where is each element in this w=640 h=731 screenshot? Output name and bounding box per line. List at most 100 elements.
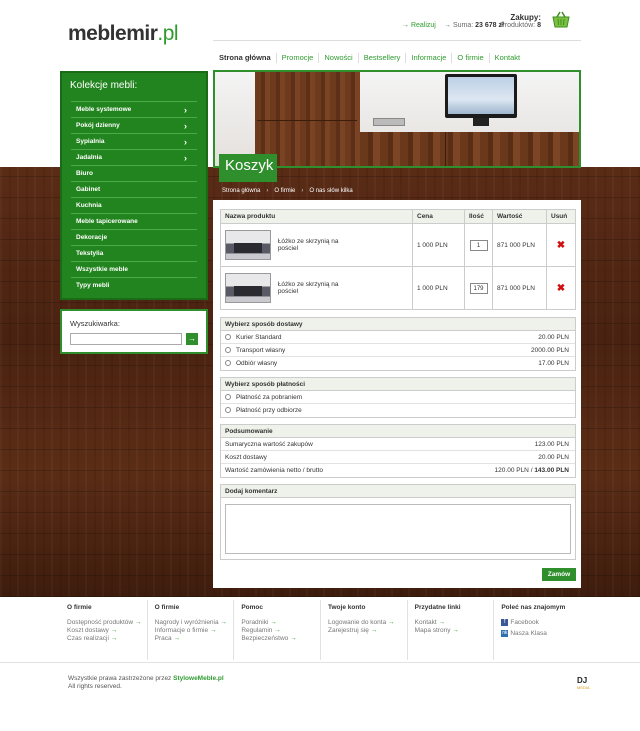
summary-row: Koszt dostawy 20.00 PLN xyxy=(221,451,575,464)
main-nav: Strona główna Promocje Nowości Bestselle… xyxy=(213,53,525,63)
comment-textarea[interactable] xyxy=(225,504,571,554)
copyright: Wszystkie prawa zastrzeżone przez Stylow… xyxy=(68,675,224,690)
footer-link[interactable]: Nagrody i wyróżnienia → xyxy=(155,619,234,627)
radio-button[interactable] xyxy=(225,407,231,414)
qty-cell: 1 xyxy=(464,223,493,267)
nav-o-firmie[interactable]: O firmie xyxy=(451,53,488,63)
footer-link[interactable]: Logowanie do konta → xyxy=(328,619,407,627)
sidebar-item-sypialnia[interactable]: Sypialnia › xyxy=(71,133,197,149)
breadcrumb-separator: › xyxy=(301,188,304,194)
sidebar-item-typy-mebli[interactable]: Typy mebli xyxy=(71,277,197,293)
sidebar-item-meble-tapicerowane[interactable]: Meble tapicerowane xyxy=(71,213,197,229)
footer-link[interactable]: Czas realizacji → xyxy=(67,635,147,643)
search-box: Wyszukiwarka: → xyxy=(60,309,208,354)
footer-link[interactable]: Bezpieczeństwo → xyxy=(241,635,320,643)
quantity-input[interactable]: 179 xyxy=(469,282,488,294)
footer-link[interactable]: Regulamin → xyxy=(241,627,320,635)
footer-column: Pomoc Poradniki → Regulamin → Bezpieczeń… xyxy=(233,600,320,660)
footer-link[interactable]: Poradniki → xyxy=(241,619,320,627)
chevron-right-icon: › xyxy=(184,137,187,147)
product-price: 1 000 PLN xyxy=(412,266,465,310)
comment-title: Dodaj komentarz xyxy=(221,485,575,498)
sidebar-item-kuchnia[interactable]: Kuchnia xyxy=(71,197,197,213)
footer-link[interactable]: Dostępność produktów → xyxy=(67,619,147,627)
sidebar-item-biuro[interactable]: Biuro xyxy=(71,165,197,181)
radio-button[interactable] xyxy=(225,360,231,367)
product-name[interactable]: Łóżko ze skrzynią na pościel xyxy=(278,281,343,295)
page-title: Koszyk xyxy=(219,154,277,182)
cart-total: → Suma: 23 678 zł xyxy=(444,22,504,29)
payment-title: Wybierz sposób płatności xyxy=(221,378,575,391)
footer-link[interactable]: Kontakt → xyxy=(415,619,494,627)
product-value: 871 000 PLN xyxy=(492,223,547,267)
order-button[interactable]: Zamów xyxy=(542,568,576,581)
product-thumbnail[interactable] xyxy=(225,230,271,260)
facebook-link[interactable]: f Facebook xyxy=(501,619,580,627)
delete-icon[interactable]: ✖ xyxy=(546,266,576,310)
cart-content: Nazwa produktu Cena Ilość Wartość Usuń Ł… xyxy=(213,200,581,588)
table-header-row: Nazwa produktu Cena Ilość Wartość Usuń xyxy=(220,209,576,224)
footer-column: Twoje konto Logowanie do konta → Zarejes… xyxy=(320,600,407,660)
footer-link[interactable]: Zarejestruj się → xyxy=(328,627,407,635)
sidebar-item-wszystkie-meble[interactable]: Wszystkie meble xyxy=(71,261,197,277)
nav-informacje[interactable]: Informacje xyxy=(405,53,451,63)
footer-column-title: Twoje konto xyxy=(328,604,366,611)
footer-column-title: Przydatne linki xyxy=(414,604,461,611)
sidebar-item-jadalnia[interactable]: Jadalnia › xyxy=(71,149,197,165)
sidebar-item-tekstylia[interactable]: Tekstylia xyxy=(71,245,197,261)
chevron-right-icon: › xyxy=(184,153,187,163)
radio-button[interactable] xyxy=(225,334,231,341)
basket-icon[interactable] xyxy=(550,10,572,32)
footer-link[interactable]: Informacje o firmie → xyxy=(155,627,234,635)
table-row: Łóżko ze skrzynią na pościel 1 000 PLN 1… xyxy=(220,266,576,310)
shipping-option[interactable]: Odbiór własny 17.00 PLN xyxy=(221,357,575,370)
nav-bestsellery[interactable]: Bestsellery xyxy=(357,53,406,63)
summary-total-row: Wartość zamówienia netto / brutto 120.00 … xyxy=(225,467,569,474)
breadcrumb-o-firmie[interactable]: O firmie xyxy=(274,188,295,194)
footer-link[interactable]: Koszt dostawy → xyxy=(67,627,147,635)
copyright-brand-link[interactable]: StyloweMeble.pl xyxy=(173,675,224,682)
summary-section: Podsumowanie Sumaryczna wartość zakupów 1… xyxy=(220,424,576,478)
sidebar-item-meble-systemowe[interactable]: Meble systemowe › xyxy=(71,101,197,117)
collections-sidebar: Kolekcje mebli: Meble systemowe › Pokój d… xyxy=(60,71,208,300)
footer-column-title: Poleć nas znajomym xyxy=(501,604,566,611)
breadcrumb-o-nas[interactable]: O nas słów kilka xyxy=(309,188,352,194)
search-input[interactable] xyxy=(70,333,182,345)
summary-title: Podsumowanie xyxy=(221,425,575,438)
footer-link[interactable]: Mapa strony → xyxy=(415,627,494,635)
nav-nowosci[interactable]: Nowości xyxy=(318,53,357,63)
nasza-klasa-link[interactable]: nk Nasza Klasa xyxy=(501,630,580,638)
banner-tv-screen xyxy=(448,77,514,114)
banner-lowboard xyxy=(360,132,579,166)
shipping-option[interactable]: Kurier Standard 20.00 PLN xyxy=(221,331,575,344)
col-header-price: Cena xyxy=(412,209,465,224)
nav-kontakt[interactable]: Kontakt xyxy=(488,53,525,63)
cart-title: Zakupy: xyxy=(510,13,541,22)
product-thumbnail[interactable] xyxy=(225,273,271,303)
footer-social-column: Poleć nas znajomym f Facebook nk Nasza Kla… xyxy=(493,600,580,660)
sidebar-item-dekoracje[interactable]: Dekoracje xyxy=(71,229,197,245)
radio-button[interactable] xyxy=(225,394,231,401)
sidebar-item-gabinet[interactable]: Gabinet xyxy=(71,181,197,197)
footer-column-title: O firmie xyxy=(67,604,92,611)
footer-link[interactable]: Praca → xyxy=(155,635,234,643)
radio-button[interactable] xyxy=(225,347,231,354)
breadcrumb-home[interactable]: Strona główna xyxy=(222,188,260,194)
nav-home[interactable]: Strona główna xyxy=(213,53,276,63)
credit-logo[interactable]: DJ MEDIA xyxy=(577,676,590,690)
delete-icon[interactable]: ✖ xyxy=(546,223,576,267)
sidebar-item-pokoj-dzienny[interactable]: Pokój dzienny › xyxy=(71,117,197,133)
payment-section: Wybierz sposób płatności Płatność za pob… xyxy=(220,377,576,418)
product-cell: Łóżko ze skrzynią na pościel xyxy=(220,266,413,310)
col-header-name: Nazwa produktu xyxy=(220,209,413,224)
shipping-option[interactable]: Transport własny 2000.00 PLN xyxy=(221,344,575,357)
quantity-input[interactable]: 1 xyxy=(469,239,488,251)
search-button[interactable]: → xyxy=(186,333,198,345)
payment-option[interactable]: Płatność za pobraniem xyxy=(221,391,575,404)
nav-promocje[interactable]: Promocje xyxy=(275,53,319,63)
cart-checkout-link[interactable]: → Realizuj xyxy=(402,22,436,29)
payment-option[interactable]: Płatność przy odbiorze xyxy=(221,404,575,417)
product-name[interactable]: Łóżko ze skrzynią na pościel xyxy=(278,238,343,252)
chevron-right-icon: › xyxy=(184,121,187,131)
site-logo[interactable]: meblemir.pl xyxy=(68,22,179,46)
